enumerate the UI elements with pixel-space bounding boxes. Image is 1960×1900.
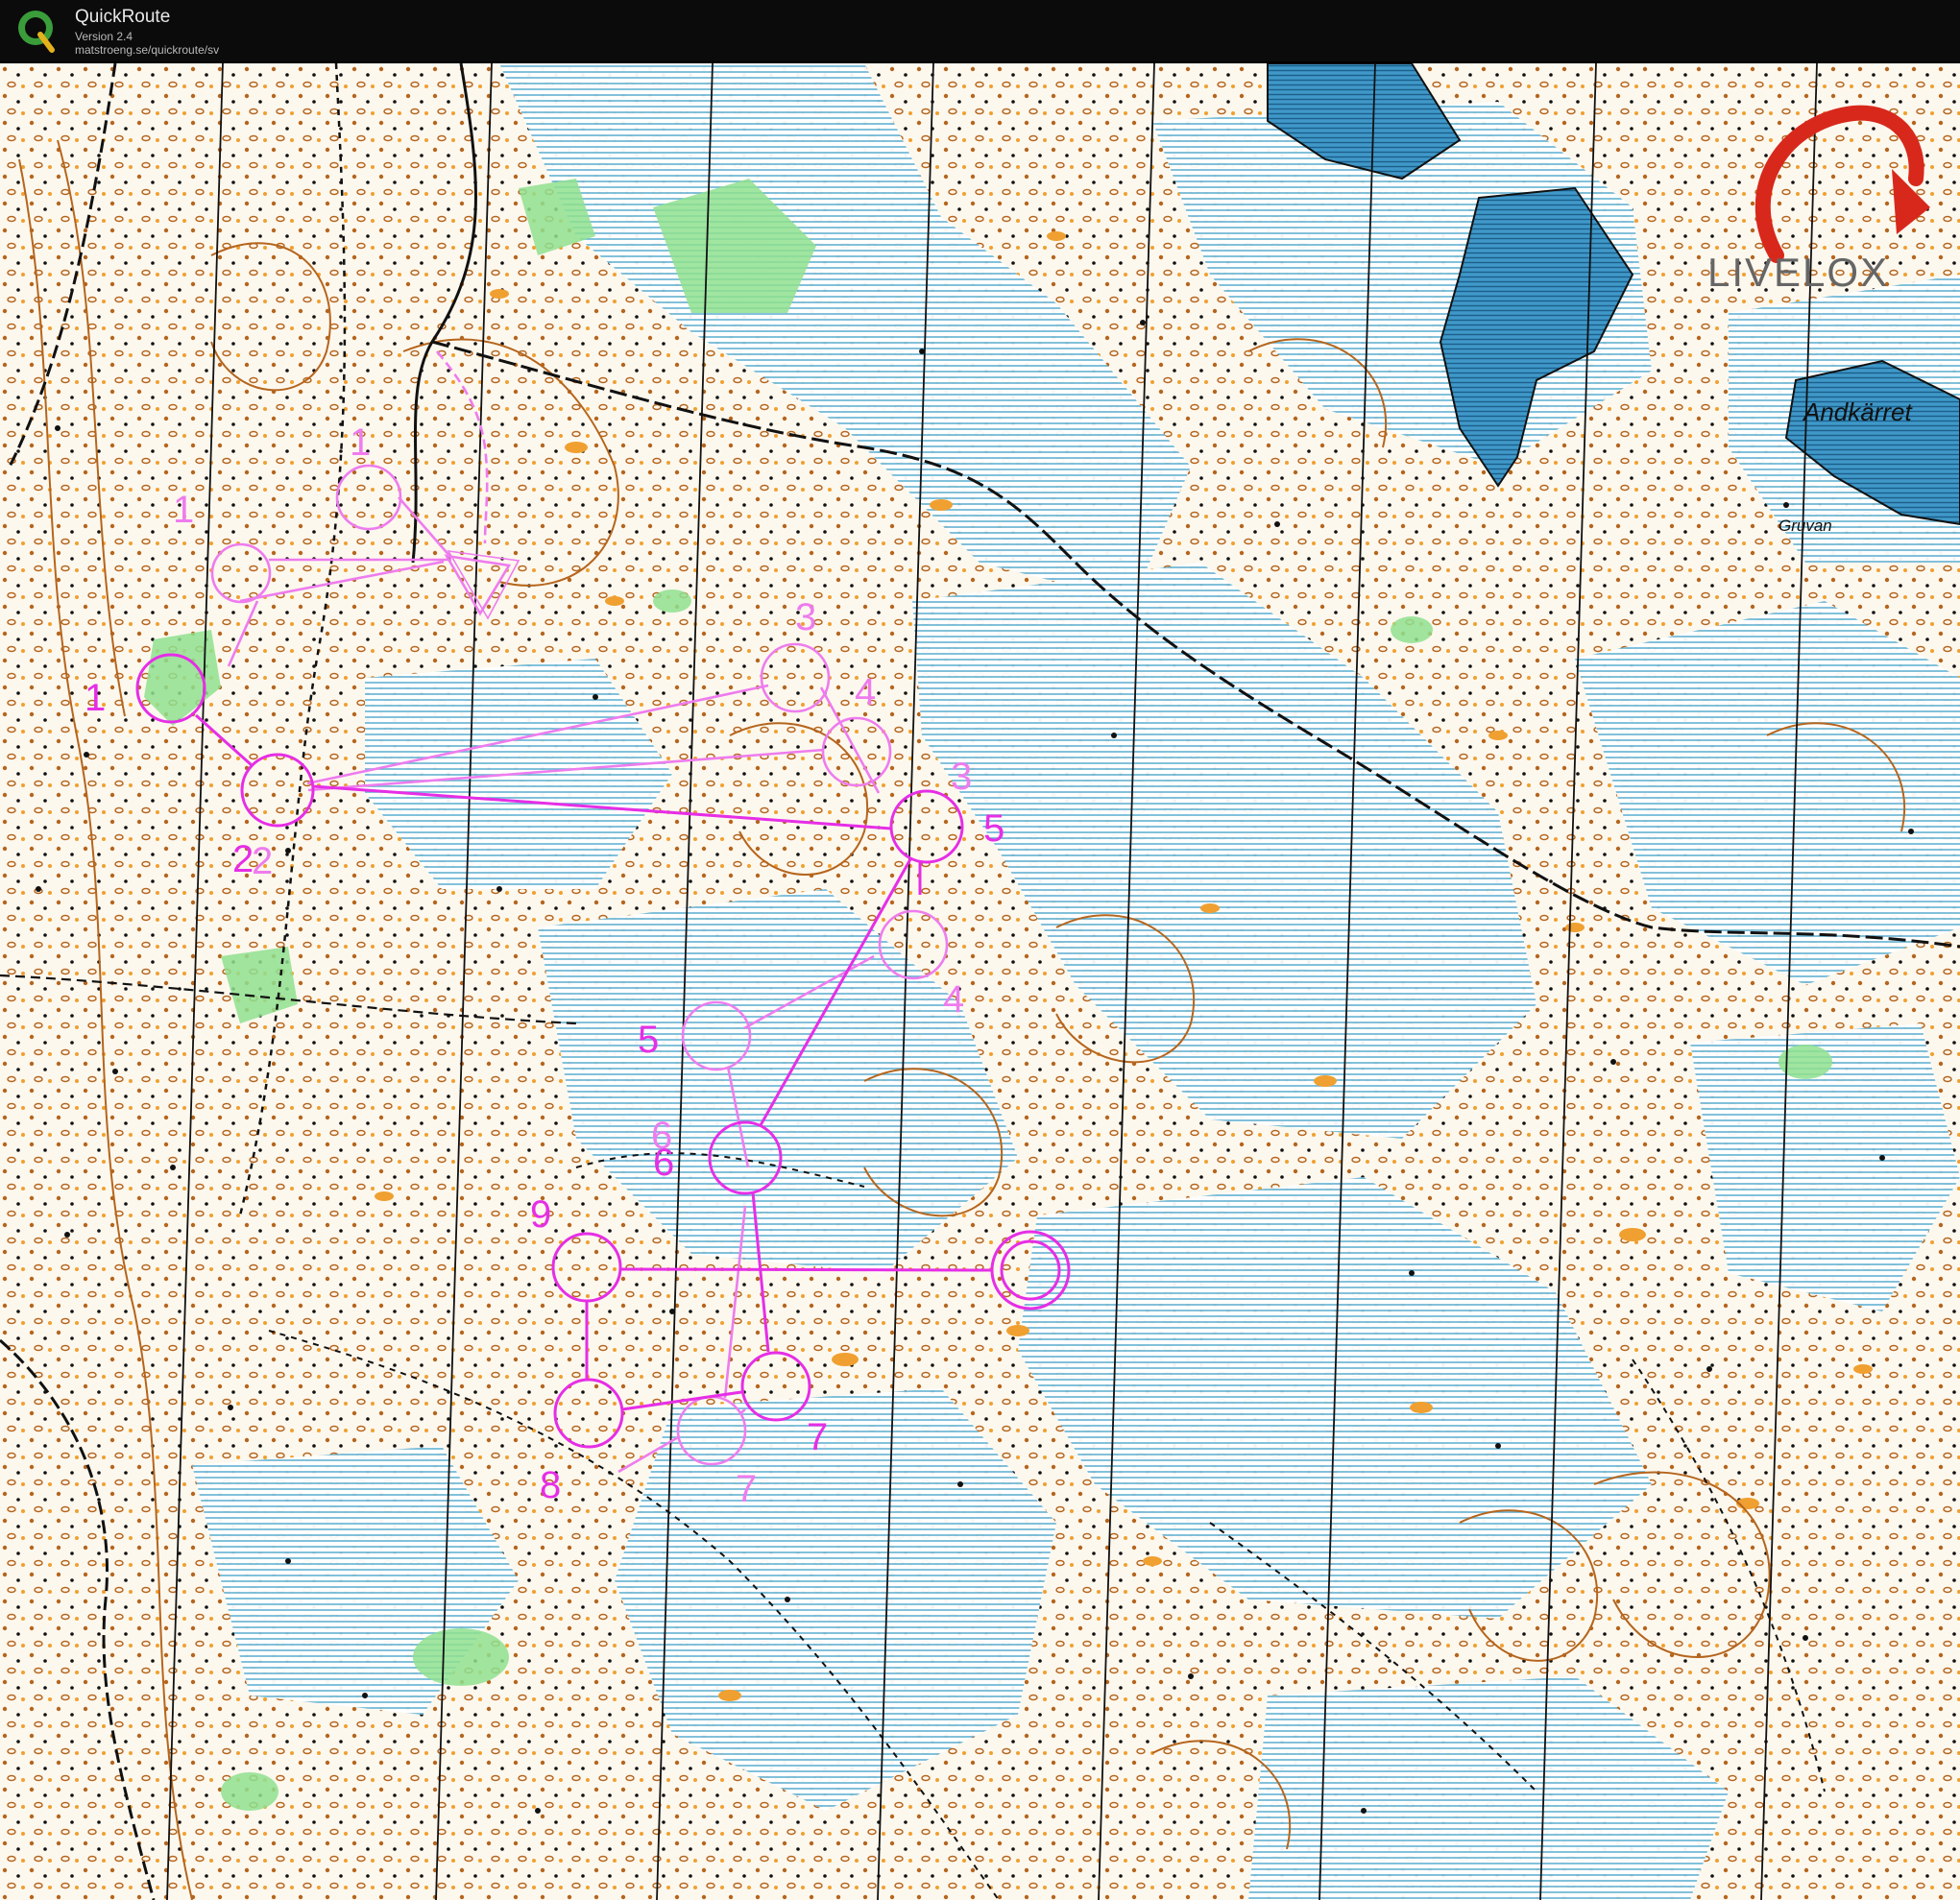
control-number: 3 [951,756,972,798]
livelox-wordmark: LIVELOX [1707,250,1889,295]
app-url: matstroeng.se/quickroute/sv [75,43,220,57]
control-number: 1 [85,677,106,719]
orienteering-map[interactable]: Andkärret Gruvan 1 1 1 2 2 3 3 4 4 5 5 6… [0,63,1960,1900]
app-version: Version 2.4 [75,30,133,43]
control-number: 3 [795,596,816,638]
control-number: 6 [653,1142,674,1184]
place-name-andkarret: Andkärret [1802,397,1913,426]
control-number: 5 [983,807,1004,850]
control-number: 2 [252,840,273,882]
control-number: 5 [638,1019,659,1061]
place-name-gruvan: Gruvan [1779,517,1832,535]
title-bar: QuickRoute Version 2.4 matstroeng.se/qui… [0,0,1960,61]
control-number: 1 [173,489,194,531]
control-number: 2 [232,838,254,880]
control-number: 7 [736,1468,757,1510]
map-canvas: Andkärret Gruvan 1 1 1 2 2 3 3 4 4 5 5 6… [0,63,1960,1900]
control-number: 4 [855,671,876,713]
control-number: 4 [943,978,964,1021]
control-number: 1 [350,421,371,464]
quickroute-logo-icon [18,11,55,53]
app-title: QuickRoute [75,7,171,27]
control-number: 9 [530,1193,551,1236]
control-number: 8 [540,1464,561,1506]
control-number: 7 [807,1416,828,1458]
